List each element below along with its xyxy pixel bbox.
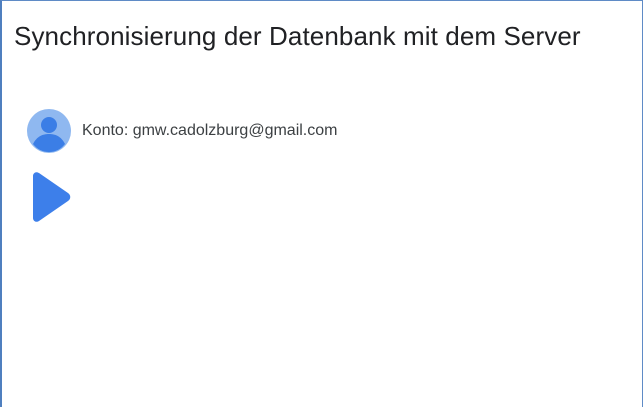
dialog-title: Synchronisierung der Datenbank mit dem S… (14, 21, 581, 51)
sync-dialog: Synchronisierung der Datenbank mit dem S… (0, 0, 643, 407)
account-label: Konto: gmw.cadolzburg@gmail.com (82, 122, 338, 139)
account-row: Konto: gmw.cadolzburg@gmail.com (27, 109, 337, 153)
play-icon (33, 172, 71, 222)
account-avatar-icon (27, 109, 71, 153)
start-sync-button[interactable] (28, 171, 72, 223)
